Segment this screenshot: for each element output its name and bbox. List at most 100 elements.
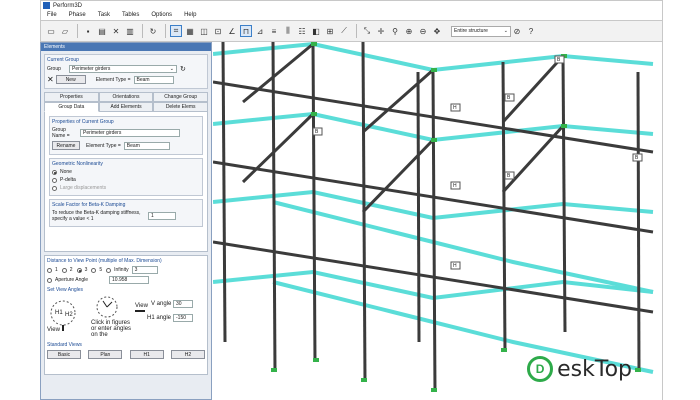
tabs-row-2: Group Data Add Elements Delete Elems [44,102,209,112]
model-label: H [453,105,457,111]
cut-icon[interactable]: ✕ [110,25,122,37]
diagonal-icon[interactable]: ⟋ [338,25,350,37]
properties-title: Properties of Current Group [52,119,114,125]
h1-angle-field[interactable]: -150 [173,314,193,322]
pan-icon[interactable]: ✥ [431,25,443,37]
save-icon[interactable]: ▪ [82,25,94,37]
angle-view-icon[interactable]: ∠ [226,25,238,37]
menu-bar: File Phase Task Tables Options Help [40,10,663,20]
radio-label: Large displacements [60,185,107,191]
3d-view-icon[interactable]: ◧ [310,25,322,37]
title-bar: Perform3D [40,0,663,10]
area-view-icon[interactable]: ⊿ [254,25,266,37]
stack-icon[interactable]: ≡ [268,25,280,37]
new-group-button[interactable]: New [55,75,86,84]
v-angle-field[interactable]: 30 [173,300,193,308]
damping-value-field[interactable]: 1 [148,212,176,220]
menu-tables[interactable]: Tables [116,12,145,18]
radio-large-displacements: Large displacements [52,185,200,191]
v-angle-label: V angle [151,301,172,307]
copy-icon[interactable]: ▥ [124,25,136,37]
view-arrow-label: View [135,303,148,309]
model-label: H [453,183,457,189]
help-icon[interactable]: ? [525,25,537,37]
element-type-label-2: Element Type = [86,142,121,149]
measure-icon[interactable]: ⤡ [361,25,373,37]
menu-file[interactable]: File [41,12,63,18]
damping-box: Scale Factor for Beta-K Damping To reduc… [49,199,203,227]
nonlinearity-title: Geometric Nonlinearity [52,161,103,167]
watermark-text: eskTop [557,356,632,382]
new-file-icon[interactable]: ▭ [45,25,57,37]
distance-option-1: 1 [55,267,58,273]
elements-panel: Elements Current Group Group Perimeter g… [40,42,212,400]
basic-view-button[interactable]: Basic [47,350,81,359]
zoom-icon[interactable]: ⚲ [389,25,401,37]
bars-icon[interactable]: ⫼ [282,25,294,37]
radio-button[interactable] [52,177,57,183]
tab-change-group[interactable]: Change Group [153,92,209,102]
plan-view-button[interactable]: Plan [88,350,123,359]
nonlinearity-box: Geometric Nonlinearity None P-delta Larg… [49,158,203,196]
radio-label: P-delta [60,177,76,183]
structure-select[interactable]: Entire structure ⌄ [451,25,511,37]
element-type-field: Beam [123,141,170,150]
app-title: Perform3D [53,2,83,9]
view-angles-area: H1 H2 View View Click in figures or ente… [47,295,205,339]
radio-button[interactable] [91,267,97,273]
grid-lines-icon[interactable]: ☷ [296,25,308,37]
tab-properties[interactable]: Properties [44,92,99,102]
damping-description: To reduce the Beta-K damping stiffness, … [52,210,141,222]
model-label: H [453,263,457,269]
plan-view-icon[interactable]: ◫ [198,25,210,37]
pin-icon[interactable]: ⊘ [511,25,523,37]
radio-button[interactable] [47,277,52,283]
tab-orientations[interactable]: Orientations [98,92,154,102]
select-elements-icon[interactable]: ⌗ [170,25,182,37]
radio-button[interactable] [76,267,82,273]
axis-icon[interactable]: ✛ [375,25,387,37]
group-label: Group [47,66,61,72]
tab-delete-elems[interactable]: Delete Elems [153,102,209,112]
radio-none[interactable]: None [52,169,200,175]
aperture-field[interactable]: 10.958 [109,276,149,284]
radio-button[interactable] [52,169,57,175]
radio-button[interactable] [61,267,67,273]
grid-icon[interactable]: ▦ [184,25,196,37]
radio-button[interactable] [47,267,52,273]
menu-phase[interactable]: Phase [63,12,92,18]
group-name-field[interactable]: Perimeter girders [80,129,180,137]
h2-view-button[interactable]: H2 [170,350,205,359]
radio-p-delta[interactable]: P-delta [52,177,200,183]
structure-drawing[interactable]: H B B H B B H B [213,42,663,400]
zoom-in-icon[interactable]: ⊕ [403,25,415,37]
refresh-group-icon[interactable]: ↻ [180,65,186,73]
distance-value-field[interactable]: 3 [131,266,158,274]
distance-option-infinity: Infinity [114,267,129,273]
desktop-logo-icon: D [527,356,554,382]
slab-icon[interactable]: ⊞ [324,25,336,37]
radio-button[interactable] [106,267,112,273]
toolbar-separator [142,24,143,38]
model-view[interactable]: H B B H B B H B D eskTop [213,42,663,400]
view-angles-title: Set View Angles [47,287,84,293]
refresh-icon[interactable]: ↻ [147,25,159,37]
radio-label: None [60,169,72,175]
rename-button[interactable]: Rename [52,141,80,150]
menu-task[interactable]: Task [92,12,116,18]
menu-help[interactable]: Help [178,12,202,18]
tab-add-elements[interactable]: Add Elements [98,102,154,112]
tab-group-data[interactable]: Group Data [44,102,99,112]
elevation-view-icon[interactable]: ⊡ [212,25,224,37]
h1-view-button[interactable]: H1 [129,350,164,359]
open-icon[interactable]: ▱ [59,25,71,37]
group-select[interactable]: Perimeter girders ⌄ [69,65,177,73]
panel-title: Elements [41,43,211,51]
zoom-out-icon[interactable]: ⊖ [417,25,429,37]
chevron-down-icon: ⌄ [503,28,508,34]
group-select-value: Perimeter girders [72,66,111,72]
menu-options[interactable]: Options [145,12,178,18]
delete-group-icon[interactable]: ✕ [47,75,54,84]
frame-view-icon[interactable]: ⊓ [240,25,252,37]
print-icon[interactable]: ▤ [96,25,108,37]
